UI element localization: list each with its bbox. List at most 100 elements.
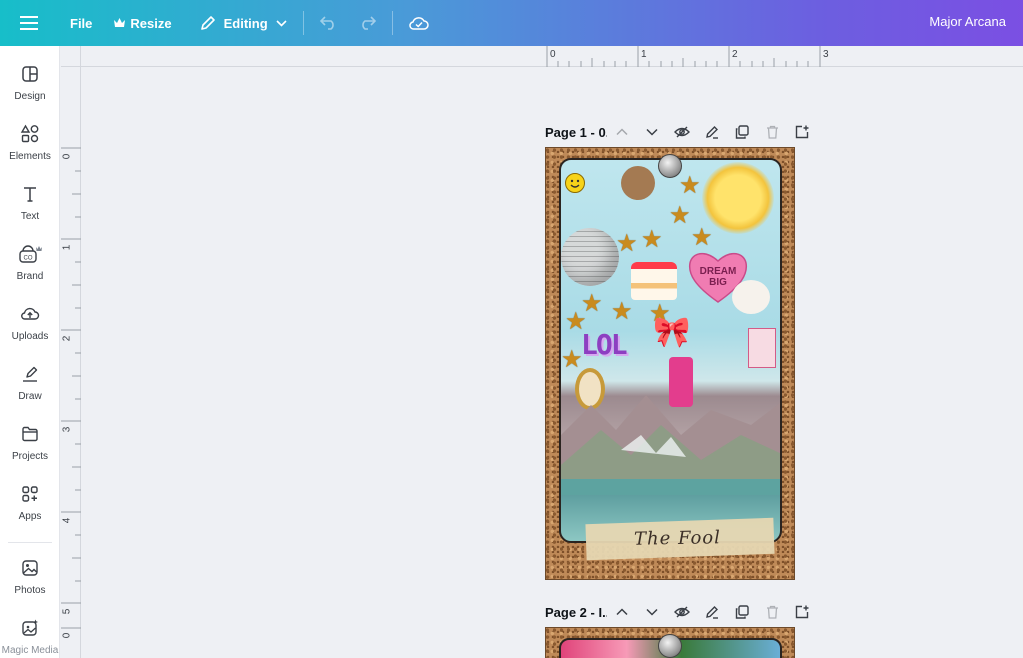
add-page-button[interactable]: [787, 120, 817, 144]
menu-button[interactable]: [14, 7, 44, 39]
ruler-tick-label: 0: [550, 49, 556, 60]
image-icon: [20, 558, 40, 580]
svg-text:CO: CO: [24, 256, 33, 262]
sidebar-item-elements[interactable]: Elements: [0, 118, 60, 174]
sidebar-item-label: Photos: [14, 585, 46, 596]
pen-icon: [20, 364, 40, 386]
magic-icon: [20, 618, 40, 640]
edit-icon: [705, 125, 719, 139]
delete-page-button[interactable]: [757, 600, 787, 624]
ruler-tick-label: 5: [61, 608, 73, 615]
folder-icon: [20, 424, 40, 446]
toolbar-divider: [302, 11, 304, 35]
chevron-up-icon: [616, 128, 628, 136]
design-title[interactable]: Major Arcana: [929, 14, 1006, 29]
pink-bow-sticker: 🎀: [653, 316, 691, 349]
sidebar-item-label: Text: [20, 211, 40, 222]
top-toolbar: File Resize Editing Major Arcana: [0, 0, 1023, 46]
tarot-card-page-1[interactable]: ★ ★ ★ ★ ★ ★ ★ ★ ★ ★ DREAM BIG LOL 🎀 The …: [545, 147, 795, 580]
editing-mode-dropdown[interactable]: Editing: [192, 7, 295, 39]
add-page-button[interactable]: [787, 600, 817, 624]
apps-icon: [20, 484, 40, 506]
file-menu-button[interactable]: File: [62, 7, 100, 39]
shapes-icon: [20, 124, 40, 146]
edit-page-button[interactable]: [697, 600, 727, 624]
glitter-star: ★: [641, 226, 663, 253]
toolbar-divider-2: [391, 11, 393, 35]
vertical-ruler: 0 1 2 3 4 5 0: [61, 67, 81, 658]
page-2-header: Page 2 - I...: [545, 600, 817, 624]
sidebar-item-label: Draw: [18, 391, 42, 402]
sidebar-item-label: Apps: [18, 511, 42, 522]
ruler-tick-label: 3: [823, 49, 829, 60]
edit-page-button[interactable]: [697, 120, 727, 144]
sidebar-item-draw[interactable]: Draw: [0, 358, 60, 414]
chevron-down-icon: [276, 19, 287, 27]
sidebar-item-label: Uploads: [11, 331, 49, 342]
sidebar-item-label: Brand: [16, 271, 44, 282]
sidebar-item-uploads[interactable]: Uploads: [0, 298, 60, 354]
crown-icon: [114, 18, 126, 28]
teddy-bear-sticker: [621, 166, 655, 200]
redo-button[interactable]: [350, 7, 384, 39]
disco-ball-sticker: [561, 228, 619, 286]
lol-sticker: LOL: [581, 328, 628, 361]
sidebar-item-label: Design: [14, 91, 46, 102]
white-flower-sticker: [732, 280, 770, 314]
tarot-card-page-2[interactable]: [545, 627, 795, 658]
sidebar-item-label: Magic Media: [1, 645, 59, 656]
sidebar-item-projects[interactable]: Projects: [0, 418, 60, 474]
sidebar-item-design[interactable]: Design: [0, 58, 60, 114]
design-canvas[interactable]: Page 1 - 0.. ★ ★ ★ ★ ★ ★ ★ ★ ★ ★ DREAM B…: [82, 68, 1023, 658]
add-page-icon: [795, 605, 809, 619]
glitter-star: ★: [616, 230, 638, 257]
delete-page-button[interactable]: [757, 120, 787, 144]
card-title: The Fool: [633, 527, 722, 550]
duplicate-page-button[interactable]: [727, 120, 757, 144]
duplicate-page-button[interactable]: [727, 600, 757, 624]
editing-label: Editing: [223, 15, 268, 31]
glitter-star: ★: [691, 224, 713, 251]
sidebar-item-text[interactable]: Text: [0, 178, 60, 234]
text-icon: [20, 184, 40, 206]
horizontal-ruler: 0 1 2 3: [61, 46, 1023, 67]
move-page-up-button[interactable]: [607, 120, 637, 144]
hide-page-button[interactable]: [667, 600, 697, 624]
chevron-down-icon: [646, 128, 658, 136]
move-page-down-button[interactable]: [637, 600, 667, 624]
undo-button[interactable]: [312, 7, 346, 39]
glitter-star: ★: [611, 298, 633, 325]
move-page-down-button[interactable]: [637, 120, 667, 144]
brand-icon: CO: [17, 244, 43, 266]
trash-icon: [766, 605, 779, 619]
add-page-icon: [795, 125, 809, 139]
hide-page-button[interactable]: [667, 120, 697, 144]
eye-slash-icon: [674, 606, 690, 618]
save-status-button[interactable]: [401, 7, 437, 39]
ruler-tick-label: 0: [61, 153, 73, 160]
ruler-tick-label: 4: [61, 517, 73, 524]
edit-icon: [705, 605, 719, 619]
page-title[interactable]: Page 1 - 0..: [545, 125, 607, 140]
sidebar-item-photos[interactable]: Photos: [0, 552, 60, 608]
chevron-down-icon: [646, 608, 658, 616]
eye-slash-icon: [674, 126, 690, 138]
glitter-star: ★: [669, 202, 691, 229]
ruler-tick-label: 0: [61, 632, 73, 639]
cloud-check-icon: [408, 16, 429, 30]
chevron-up-icon: [616, 608, 628, 616]
card-artwork: ★ ★ ★ ★ ★ ★ ★ ★ ★ ★ DREAM BIG LOL 🎀: [559, 158, 782, 543]
cake-sticker: [631, 262, 677, 300]
ruler-tick-label: 1: [61, 244, 73, 251]
sidebar-item-brand[interactable]: CO Brand: [0, 238, 60, 294]
resize-button[interactable]: Resize: [106, 7, 179, 39]
pink-note-sticker: [748, 328, 776, 368]
cloud-upload-icon: [20, 304, 40, 326]
heart-text: BIG: [709, 277, 727, 288]
glitter-star: ★: [561, 346, 583, 373]
page-title[interactable]: Page 2 - I...: [545, 605, 607, 620]
sidebar-item-apps[interactable]: Apps: [0, 478, 60, 534]
move-page-up-button[interactable]: [607, 600, 637, 624]
glitter-star: ★: [679, 172, 701, 199]
sidebar-item-magic-media[interactable]: Magic Media: [0, 612, 60, 658]
